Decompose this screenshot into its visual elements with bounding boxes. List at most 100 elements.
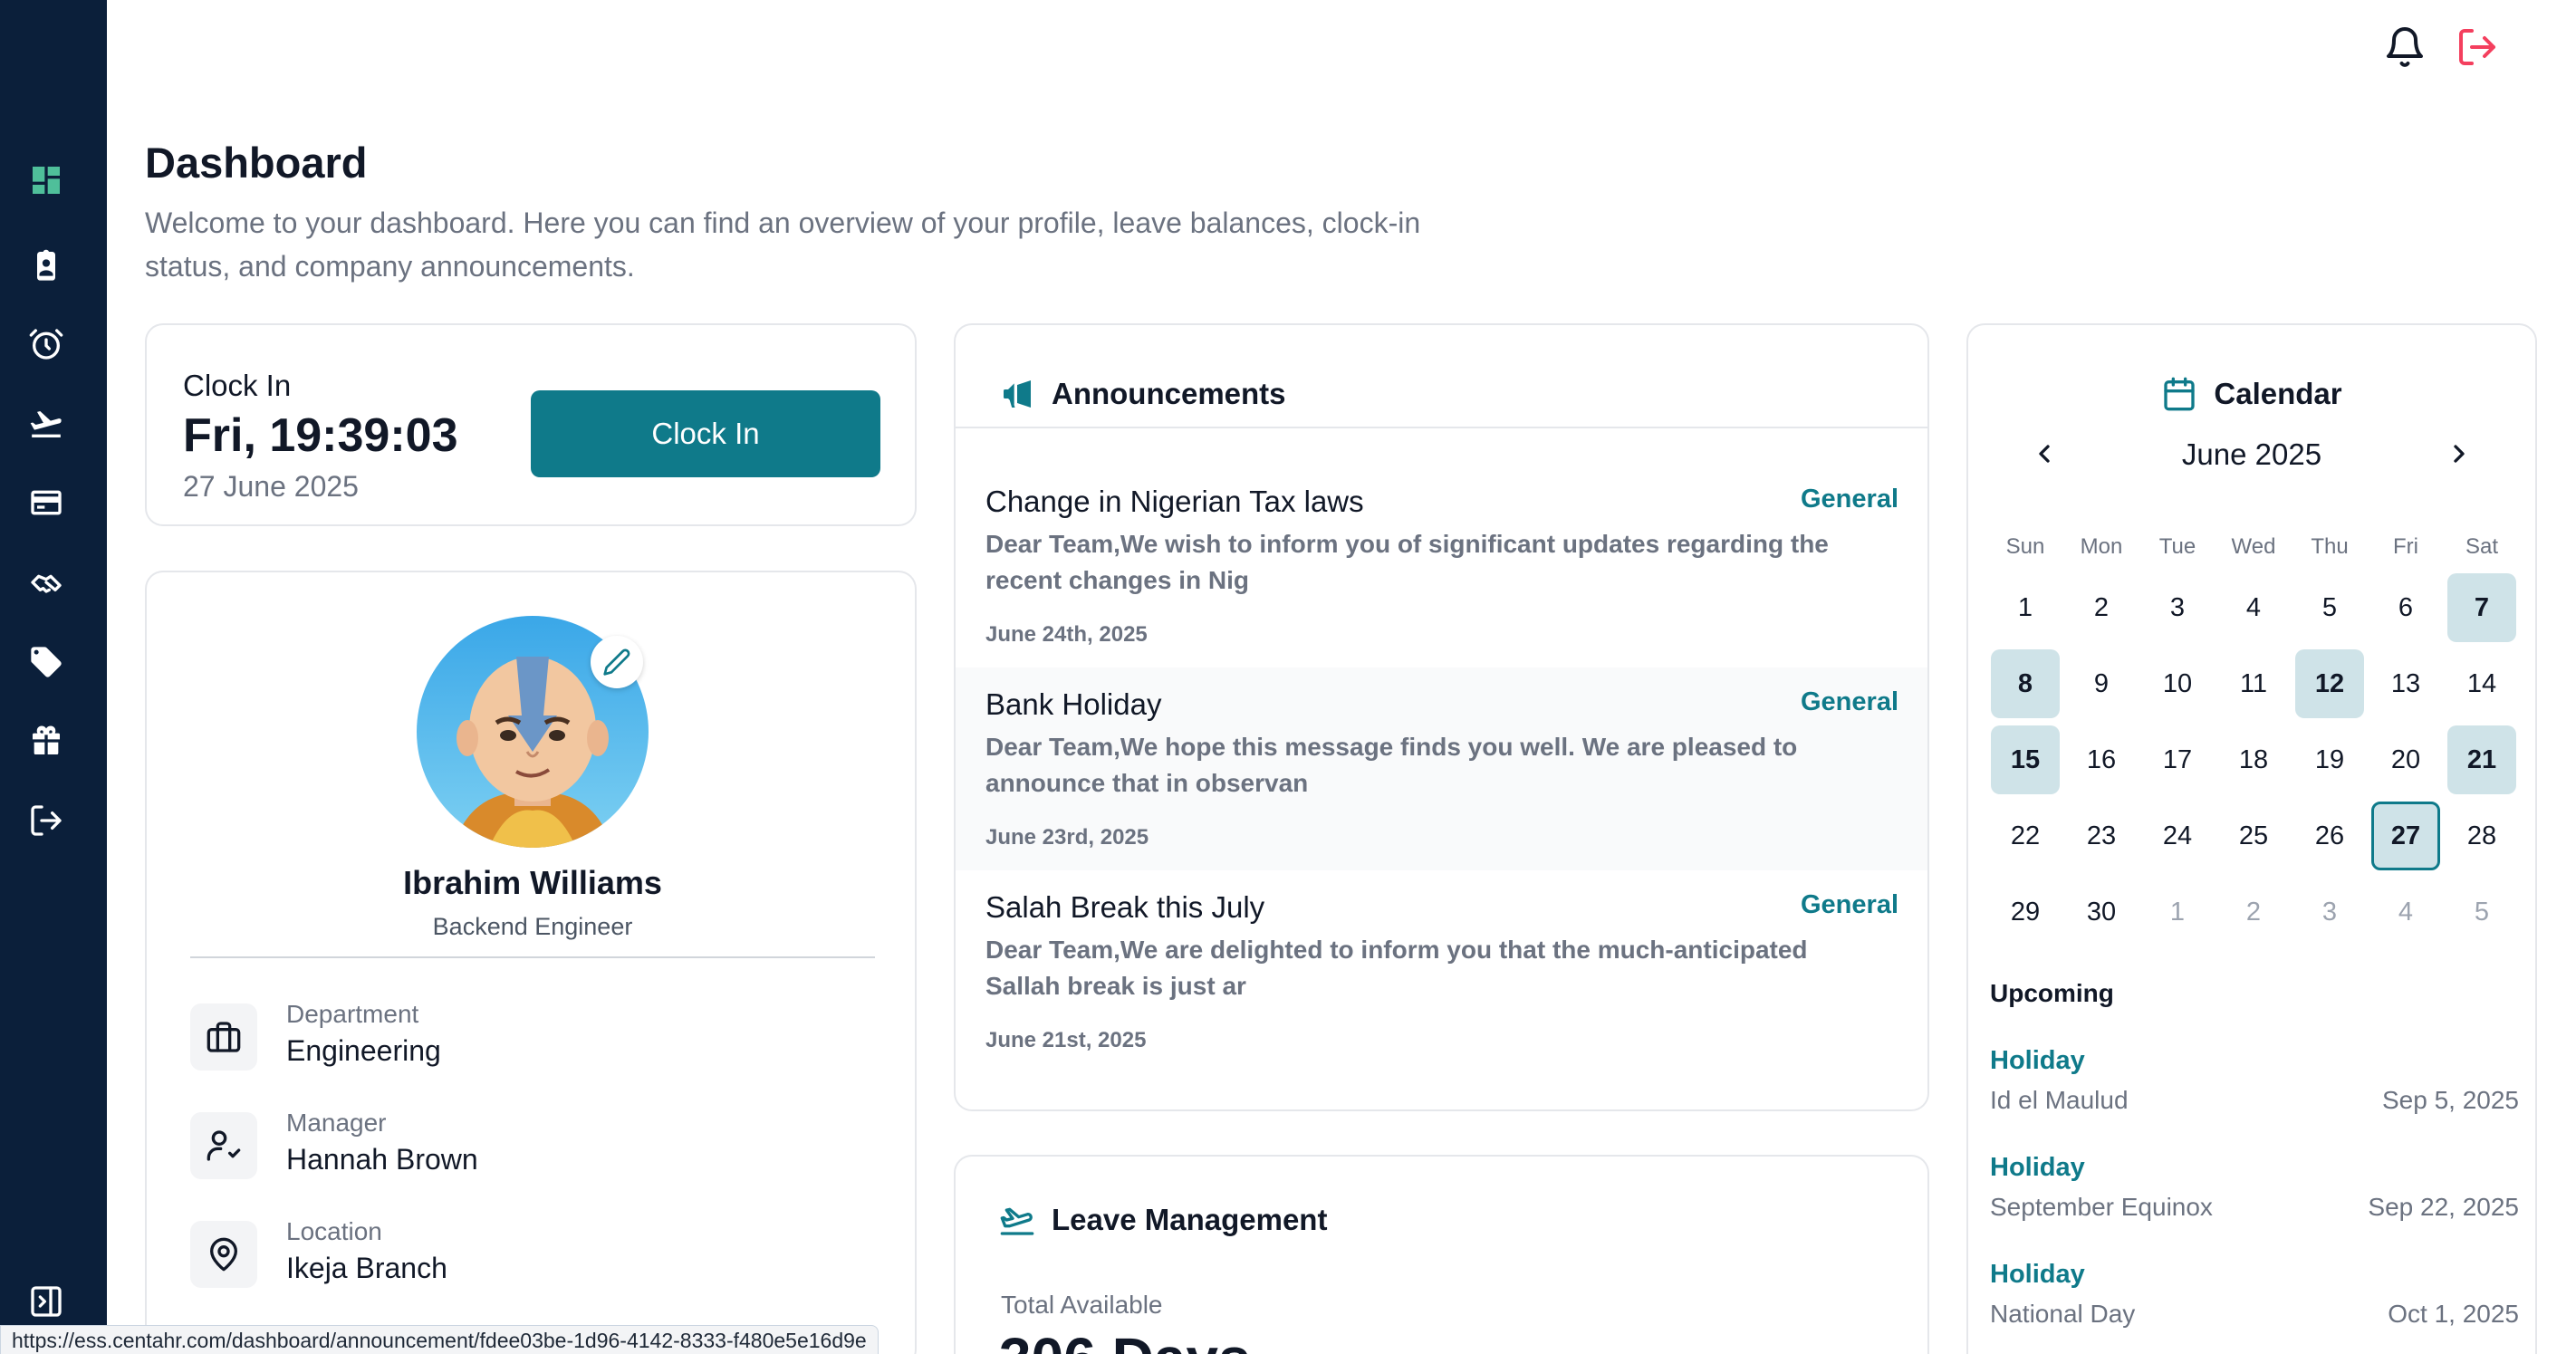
calendar-next-button[interactable]	[2432, 427, 2486, 481]
calendar-day[interactable]: 28	[2444, 798, 2520, 874]
calendar-day[interactable]: 5	[2292, 570, 2368, 646]
calendar-day-number: 23	[2086, 821, 2117, 850]
calendar-day[interactable]: 21	[2444, 722, 2520, 798]
sidebar-item-dashboard[interactable]	[24, 158, 69, 203]
calendar-day-number: 14	[2466, 668, 2497, 698]
calendar-day-number: 26	[2314, 821, 2345, 850]
calendar-day-number: 4	[2245, 592, 2262, 622]
calendar-day[interactable]: 18	[2216, 722, 2292, 798]
calendar-weekday: Fri	[2393, 534, 2418, 559]
notifications-button[interactable]	[2378, 20, 2432, 74]
announcement-body: Dear Team,We wish to inform you of signi…	[985, 530, 1829, 594]
calendar-weekday: Wed	[2231, 534, 2276, 559]
location-value: Ikeja Branch	[286, 1252, 447, 1284]
edit-avatar-button[interactable]	[591, 636, 643, 688]
calendar-day[interactable]: 2	[2216, 874, 2292, 950]
calendar-day-today[interactable]: 27	[2368, 798, 2444, 874]
sidebar-item-rewards[interactable]	[24, 718, 69, 763]
clock-time: Fri, 19:39:03	[183, 409, 458, 462]
calendar-day-number: 7	[2447, 573, 2516, 642]
calendar-day[interactable]: 13	[2368, 646, 2444, 722]
handshake-icon	[31, 574, 62, 593]
calendar-day[interactable]: 30	[2063, 874, 2139, 950]
calendar-day[interactable]: 11	[2216, 646, 2292, 722]
calendar-day[interactable]: 15	[1987, 722, 2063, 798]
announcements-title: Announcements	[1052, 377, 1286, 410]
calendar-day[interactable]: 2	[2063, 570, 2139, 646]
location-row: Location Ikeja Branch	[190, 1217, 824, 1290]
announcement-title: Change in Nigerian Tax laws	[985, 485, 1364, 518]
calendar-day[interactable]: 16	[2063, 722, 2139, 798]
calendar-day-number: 6	[2398, 592, 2414, 622]
calendar-day[interactable]: 1	[2139, 874, 2216, 950]
clock-in-button[interactable]: Clock In	[531, 390, 880, 477]
calendar-card: Calendar June 2025 Sun Mon Tue Wed Thu Fri Sat…	[1966, 323, 2537, 1354]
upcoming-item: Holiday Id el Maulud Sep 5, 2025	[1990, 1046, 2519, 1128]
calendar-day-number: 3	[2169, 592, 2186, 622]
upcoming-date: Oct 1, 2025	[2388, 1300, 2519, 1328]
calendar-day[interactable]: 26	[2292, 798, 2368, 874]
calendar-day[interactable]: 20	[2368, 722, 2444, 798]
calendar-day[interactable]: 14	[2444, 646, 2520, 722]
announcement-date: June 21st, 2025	[985, 1028, 1147, 1052]
calendar-day[interactable]: 23	[2063, 798, 2139, 874]
calendar-day-number: 4	[2398, 897, 2414, 927]
calendar-day[interactable]: 24	[2139, 798, 2216, 874]
sidebar-item-payroll[interactable]	[24, 480, 69, 525]
announcement-item[interactable]: Salah Break this July General Dear Team,…	[956, 870, 1927, 1073]
calendar-day[interactable]: 4	[2216, 570, 2292, 646]
profile-name: Ibrahim Williams	[403, 864, 662, 901]
pencil-icon	[603, 648, 630, 676]
announcement-date: June 24th, 2025	[985, 622, 1148, 647]
calendar-day-number: 16	[2086, 744, 2117, 774]
sidebar-item-profile[interactable]	[24, 243, 69, 288]
location-label: Location	[286, 1217, 382, 1245]
announcements-card: Announcements Change in Nigerian Tax law…	[954, 323, 1929, 1111]
calendar-day-number: 25	[2238, 821, 2269, 850]
sidebar-item-attendance[interactable]	[24, 322, 69, 367]
sidebar	[0, 0, 107, 1354]
upcoming-title: Upcoming	[1990, 979, 2114, 1007]
calendar-day[interactable]: 4	[2368, 874, 2444, 950]
calendar-day[interactable]: 9	[2063, 646, 2139, 722]
calendar-day[interactable]: 7	[2444, 570, 2520, 646]
page-title: Dashboard	[145, 139, 368, 187]
calendar-day[interactable]: 12	[2292, 646, 2368, 722]
upcoming-date: Sep 22, 2025	[2368, 1193, 2519, 1221]
calendar-day[interactable]: 19	[2292, 722, 2368, 798]
calendar-day[interactable]: 29	[1987, 874, 2063, 950]
calendar-day[interactable]: 17	[2139, 722, 2216, 798]
logout-icon	[31, 805, 62, 836]
calendar-day[interactable]: 10	[2139, 646, 2216, 722]
calendar-day-number: 28	[2466, 821, 2497, 850]
status-bar-url: https://ess.centahr.com/dashboard/announ…	[0, 1325, 879, 1354]
sidebar-item-logout[interactable]	[24, 798, 69, 843]
sidebar-item-benefits[interactable]	[24, 560, 69, 605]
announcement-item[interactable]: Change in Nigerian Tax laws General Dear…	[956, 465, 1927, 667]
sidebar-collapse-button[interactable]	[24, 1279, 69, 1324]
calendar-day[interactable]: 22	[1987, 798, 2063, 874]
leave-management-card: Leave Management Total Available 306 Day…	[954, 1155, 1929, 1354]
calendar-day[interactable]: 6	[2368, 570, 2444, 646]
calendar-day-number: 13	[2390, 668, 2421, 698]
calendar-weekday: Mon	[2080, 534, 2123, 559]
clock-label: Clock In	[183, 369, 292, 402]
calendar-day[interactable]: 3	[2139, 570, 2216, 646]
gift-icon	[33, 725, 60, 754]
upcoming-type: Holiday	[1990, 1046, 2085, 1075]
manager-label: Manager	[286, 1109, 387, 1137]
calendar-day-number: 18	[2238, 744, 2269, 774]
calendar-day[interactable]: 3	[2292, 874, 2368, 950]
calendar-day[interactable]: 8	[1987, 646, 2063, 722]
calendar-day[interactable]: 1	[1987, 570, 2063, 646]
announcements-header: Announcements	[999, 376, 1286, 412]
calendar-day[interactable]: 25	[2216, 798, 2292, 874]
profile-role: Backend Engineer	[432, 913, 633, 940]
logout-button[interactable]	[2450, 20, 2504, 74]
sidebar-item-assets[interactable]	[24, 639, 69, 685]
announcement-item[interactable]: Bank Holiday General Dear Team,We hope t…	[956, 667, 1927, 870]
calendar-day[interactable]: 5	[2444, 874, 2520, 950]
sidebar-item-leave[interactable]	[24, 401, 69, 447]
id-badge-icon	[37, 249, 55, 281]
announcements-divider	[956, 427, 1927, 428]
